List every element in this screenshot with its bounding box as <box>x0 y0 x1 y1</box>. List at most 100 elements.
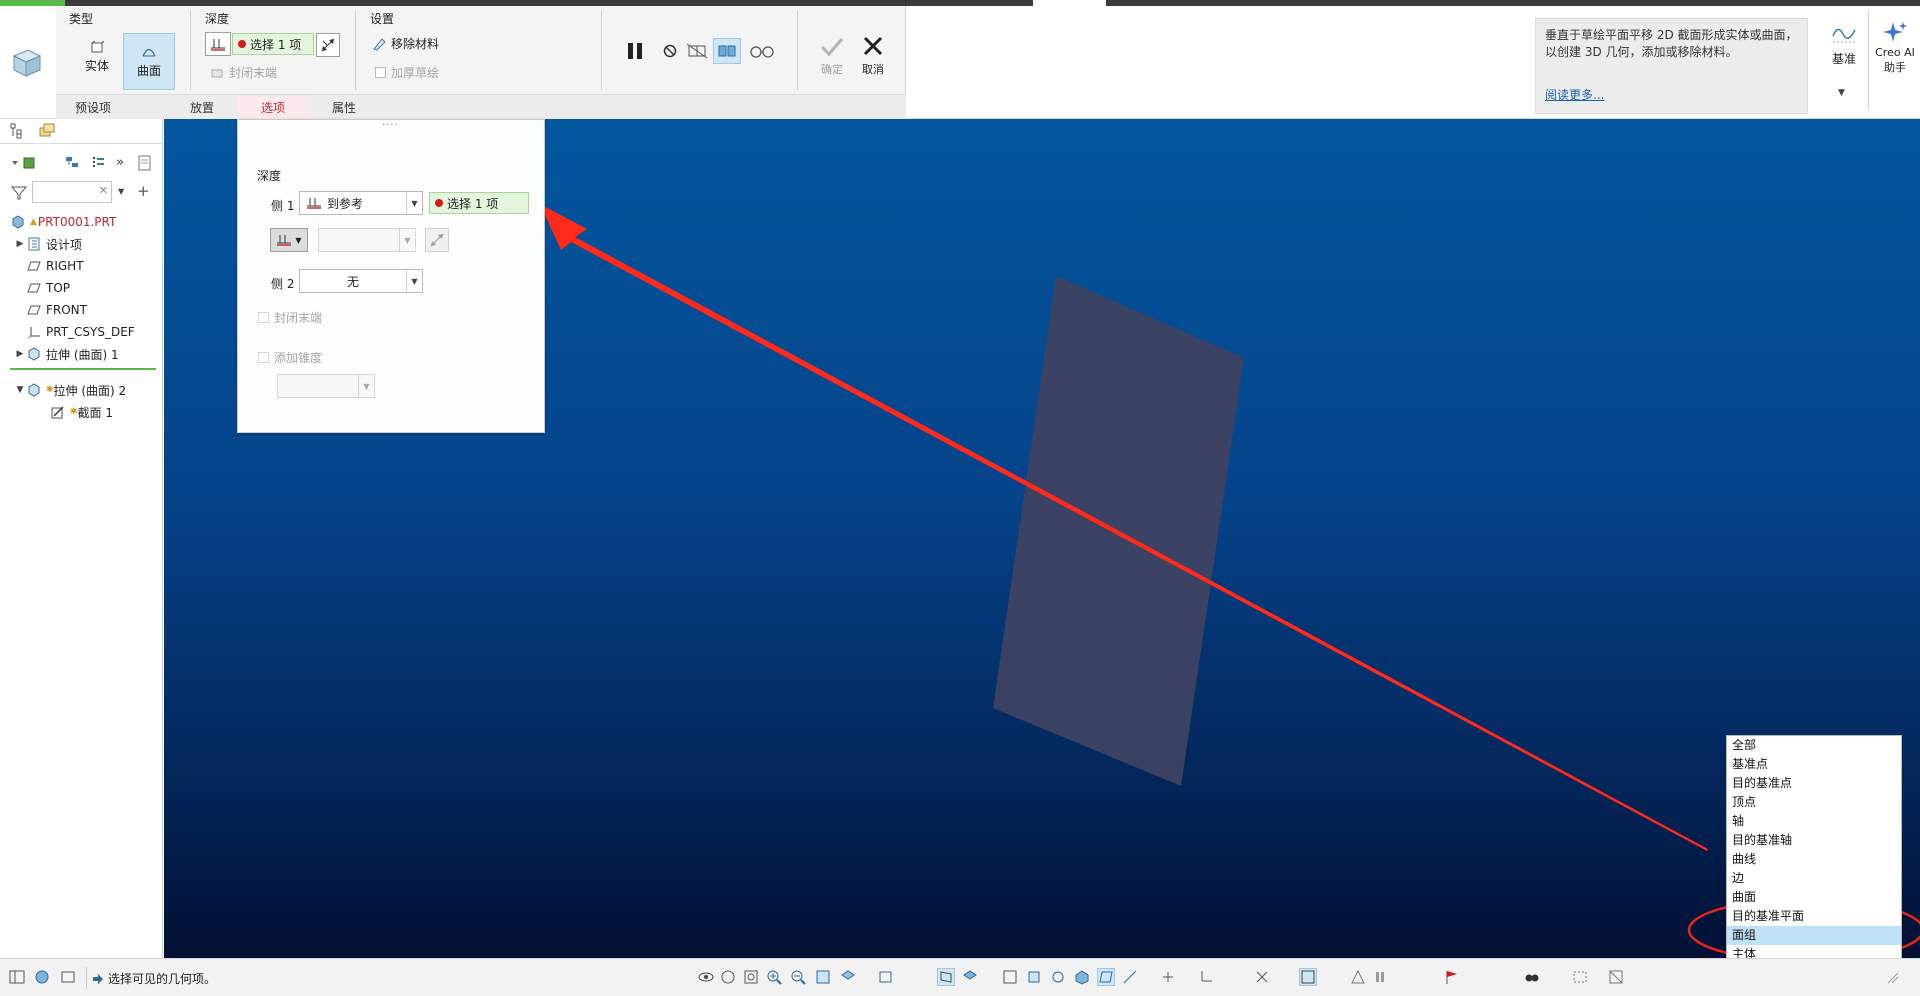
datum-button[interactable]: 基准 <box>1822 14 1866 74</box>
axis-display-icon[interactable] <box>1122 969 1138 985</box>
filter-option[interactable]: 基准点 <box>1727 755 1901 774</box>
plane-display-icon[interactable] <box>1097 968 1115 986</box>
resize-corner-icon[interactable] <box>1884 969 1900 985</box>
clear-search-icon[interactable]: ✕ <box>99 184 108 197</box>
filter-option[interactable]: 顶点 <box>1727 793 1901 812</box>
filter-option[interactable]: 全部 <box>1727 736 1901 755</box>
filter-option[interactable]: 目的基准点 <box>1727 774 1901 793</box>
hide-icon[interactable] <box>1254 969 1270 985</box>
tree-item-part[interactable]: ▲ PRT0001.PRT <box>10 211 116 233</box>
thicken-checkbox-box[interactable] <box>375 67 386 78</box>
annotation-display-icon[interactable] <box>1002 969 1018 985</box>
tree-item-extrude-1[interactable]: ▶ 拉伸 (曲面) 1 <box>14 343 119 365</box>
tree-search-input[interactable]: ✕ <box>32 181 112 203</box>
side1-value-input[interactable]: ▼ <box>318 228 416 252</box>
verify-preview-button[interactable] <box>713 38 741 64</box>
tree-columns-icon[interactable] <box>90 155 106 171</box>
tree-settings-icon[interactable] <box>10 155 38 171</box>
filter-option[interactable]: 目的基准轴 <box>1727 831 1901 850</box>
flip-direction-button[interactable] <box>316 33 340 57</box>
tab-presets[interactable]: 预设项 <box>56 95 130 120</box>
side1-flip-button[interactable] <box>425 228 449 252</box>
depth-reference-collector[interactable]: 选择 1 项 <box>232 33 314 55</box>
filter-option-selected[interactable]: 面组 <box>1727 926 1901 945</box>
select-mode-icon[interactable] <box>1299 968 1317 986</box>
ok-button[interactable]: 确定 <box>814 30 850 82</box>
side1-depth-select[interactable]: 到参考 ▼ <box>299 191 423 215</box>
tab-placement[interactable]: 放置 <box>166 95 238 120</box>
browser-icon[interactable] <box>34 969 50 985</box>
tree-item-front[interactable]: FRONT <box>26 299 87 321</box>
model-tree-tab-icon[interactable] <box>10 123 26 139</box>
datum-display-icon[interactable] <box>1026 969 1042 985</box>
add-taper-checkbox-box[interactable] <box>258 352 269 363</box>
pause-regen-icon[interactable] <box>1350 969 1366 985</box>
perspective-icon[interactable] <box>937 968 955 986</box>
expand-arrow-icon[interactable]: ▶ <box>14 239 26 249</box>
repaint-icon[interactable] <box>815 969 831 985</box>
read-more-link[interactable]: 阅读更多... <box>1545 87 1604 104</box>
tree-item-section[interactable]: ✱ 截面 1 <box>50 401 113 423</box>
refit-icon[interactable] <box>743 969 759 985</box>
shaded-icon[interactable] <box>1074 969 1090 985</box>
remove-material-button[interactable]: 移除材料 <box>372 35 439 52</box>
cancel-button[interactable]: 取消 <box>855 30 891 82</box>
flag-icon[interactable] <box>1444 969 1460 985</box>
pause-button[interactable] <box>622 38 648 64</box>
full-screen-icon[interactable] <box>60 969 76 985</box>
depth-option-button[interactable] <box>205 32 231 56</box>
spin-center-icon[interactable] <box>1050 969 1066 985</box>
pause-small-icon[interactable] <box>1372 969 1388 985</box>
saved-views-icon[interactable] <box>720 969 736 985</box>
filter-option[interactable]: 曲线 <box>1727 850 1901 869</box>
taper-value-input[interactable]: ▼ <box>277 374 375 398</box>
tree-item-design-items[interactable]: ▶ 设计项 <box>14 233 82 255</box>
datum-dropdown-arrow[interactable]: ▼ <box>1838 88 1845 98</box>
filter-option[interactable]: 目的基准平面 <box>1727 907 1901 926</box>
eye-icon[interactable] <box>698 969 714 985</box>
csys-display-icon[interactable] <box>1198 969 1214 985</box>
tree-doc-icon[interactable] <box>137 154 153 172</box>
zoom-in-icon[interactable] <box>766 969 782 985</box>
thicken-sketch-checkbox[interactable]: 加厚草绘 <box>375 64 439 81</box>
filter-option[interactable]: 轴 <box>1727 812 1901 831</box>
more-options-icon[interactable]: » <box>116 155 124 170</box>
tree-item-extrude-2[interactable]: ▼ ✱ 拉伸 (曲面) 2 <box>14 379 126 401</box>
cap-ends-checkbox-box[interactable] <box>258 312 269 323</box>
layer-tree-tab-icon[interactable] <box>38 122 56 140</box>
point-display-icon[interactable] <box>1160 969 1176 985</box>
separate-preview-button[interactable] <box>686 41 708 61</box>
filter-dropdown-arrow[interactable]: ▼ <box>118 187 124 196</box>
side1-option-button[interactable]: ▼ <box>270 228 308 252</box>
panel-grip[interactable]: ···· <box>382 120 399 131</box>
tree-item-right[interactable]: RIGHT <box>26 255 84 277</box>
section-icon[interactable] <box>962 969 978 985</box>
selection-tool-icon[interactable] <box>1608 969 1624 985</box>
tree-item-top[interactable]: TOP <box>26 277 70 299</box>
verify-mode-button[interactable] <box>749 43 775 59</box>
cap-ends-option[interactable]: 封闭末端 <box>210 64 277 81</box>
find-icon[interactable] <box>1524 969 1540 985</box>
insert-indicator-line[interactable] <box>10 368 156 370</box>
box-select-icon[interactable] <box>1572 969 1588 985</box>
side1-reference-collector[interactable]: 选择 1 项 <box>429 192 529 214</box>
add-filter-icon[interactable]: + <box>137 182 150 200</box>
tree-filter-icon[interactable] <box>64 155 82 171</box>
surface-type-button[interactable]: 曲面 <box>123 33 175 90</box>
tree-item-csys[interactable]: PRT_CSYS_DEF <box>26 321 135 343</box>
filter-option[interactable]: 曲面 <box>1727 888 1901 907</box>
filter-option[interactable]: 边 <box>1727 869 1901 888</box>
side2-depth-select[interactable]: 无 ▼ <box>299 269 423 293</box>
collapse-arrow-icon[interactable]: ▼ <box>14 385 26 395</box>
expand-arrow-icon[interactable]: ▶ <box>14 349 26 359</box>
display-style-icon[interactable] <box>840 969 856 985</box>
no-preview-button[interactable] <box>662 43 678 59</box>
zoom-out-icon[interactable] <box>790 969 806 985</box>
panel-cap-ends-checkbox[interactable]: 封闭末端 <box>258 309 322 326</box>
tab-options[interactable]: 选项 <box>238 95 308 120</box>
toggle-navigator-icon[interactable] <box>9 969 25 985</box>
tab-properties[interactable]: 属性 <box>308 95 380 120</box>
solid-type-button[interactable]: 实体 <box>76 33 118 80</box>
creo-ai-button[interactable]: Creo AI 助手 <box>1870 12 1920 82</box>
add-taper-checkbox[interactable]: 添加锥度 <box>258 349 322 366</box>
